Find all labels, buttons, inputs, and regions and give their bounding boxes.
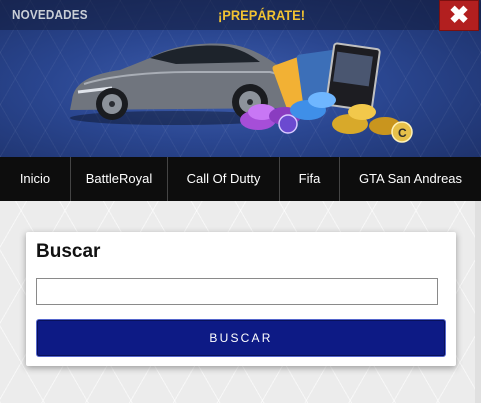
banner-headline: ¡PREPÁRATE! (218, 7, 306, 23)
search-input[interactable] (36, 278, 438, 305)
promo-banner[interactable]: C NOVEDADES ¡PREPÁRATE! ✖ (0, 0, 481, 157)
main-nav: Inicio BattleRoyal Call Of Dutty Fifa GT… (0, 157, 481, 201)
svg-text:C: C (398, 126, 407, 140)
search-button[interactable]: BUSCAR (36, 319, 446, 357)
nav-item-fifa[interactable]: Fifa (280, 157, 340, 201)
nav-item-battleroyal[interactable]: BattleRoyal (71, 157, 168, 201)
banner-tag: NOVEDADES (12, 7, 88, 22)
nav-item-gta-san-andreas[interactable]: GTA San Andreas (340, 157, 481, 201)
search-card: Buscar BUSCAR (26, 232, 456, 366)
nav-item-inicio[interactable]: Inicio (0, 157, 71, 201)
scrollbar[interactable] (475, 201, 481, 403)
close-button[interactable]: ✖ (439, 0, 479, 31)
search-title: Buscar (36, 241, 101, 262)
close-icon: ✖ (448, 2, 470, 29)
banner-artwork: C (70, 42, 413, 143)
nav-item-call-of-dutty[interactable]: Call Of Dutty (168, 157, 280, 201)
